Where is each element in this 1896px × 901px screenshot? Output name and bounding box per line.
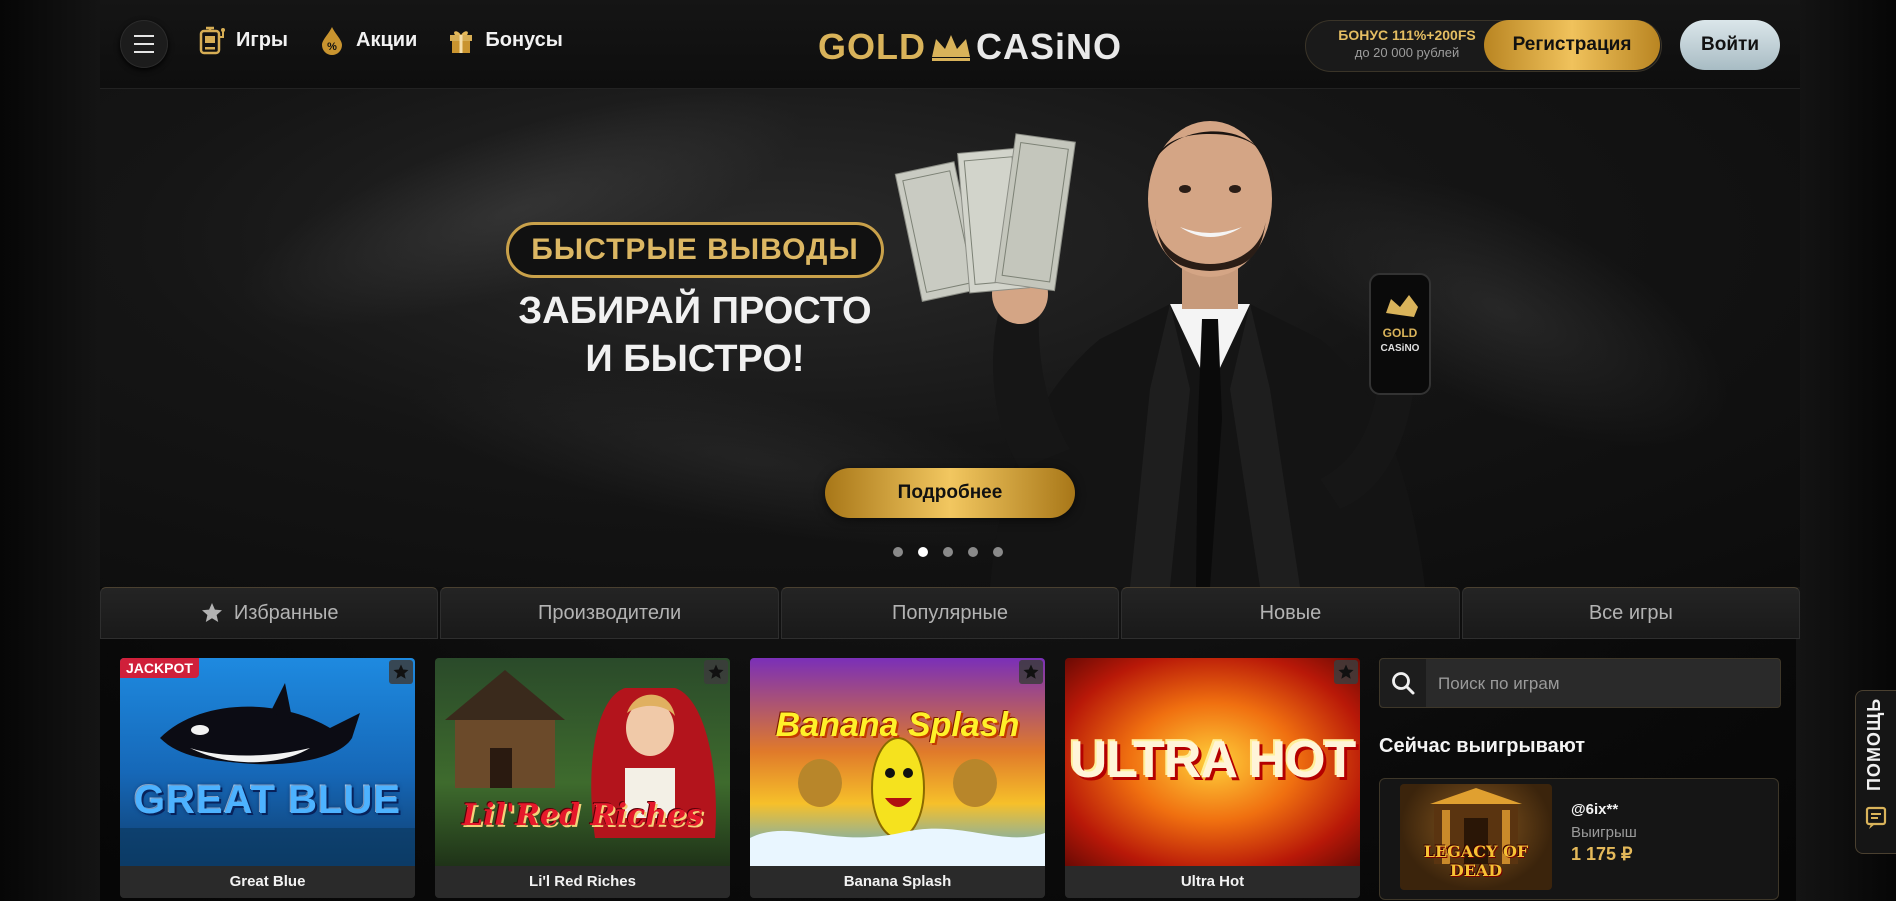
login-button[interactable]: Войти [1680, 20, 1780, 70]
slider-dots [893, 547, 1003, 557]
svg-text:GOLD: GOLD [1383, 326, 1418, 340]
jackpot-badge: JACKPOT [120, 658, 199, 678]
hero-title: ЗАБИРАЙ ПРОСТО И БЫСТРО! [506, 287, 884, 383]
tab-label: Избранные [233, 601, 339, 624]
register-button[interactable]: Регистрация [1484, 20, 1660, 70]
favorite-button[interactable] [704, 660, 728, 684]
search-button[interactable] [1380, 659, 1426, 707]
slot-machine-icon [199, 26, 225, 55]
winner-username: @6ix** [1571, 801, 1619, 818]
chat-icon [1865, 806, 1887, 829]
winner-game-art-title: LEGACY OF DEAD [1423, 842, 1529, 880]
game-card[interactable]: GREAT BLUE JACKPOT Great Blue [120, 658, 415, 898]
favorite-star-icon [393, 664, 409, 679]
game-name: Li'l Red Riches [435, 866, 730, 898]
header: Игры % Акции Бонусы GOLD CASiNO БОНУС 11… [100, 0, 1800, 89]
search-icon [1392, 672, 1415, 695]
nav-item-games[interactable]: Игры [198, 25, 288, 55]
logo-casino-text: CASiNO [976, 26, 1123, 67]
site-logo[interactable]: GOLD CASiNO [818, 26, 1122, 68]
game-card[interactable]: ULTRA HOT Ultra Hot [1065, 658, 1360, 898]
percent-drop-icon: % [322, 27, 343, 55]
hero-badge: БЫСТРЫЕ ВЫВОДЫ [506, 222, 884, 278]
slider-dot[interactable] [893, 547, 903, 557]
game-thumbnail: GREAT BLUE [120, 658, 415, 866]
tab-favorites[interactable]: Избранные [100, 587, 439, 639]
nav-label-games: Игры [236, 28, 289, 51]
game-art-title: GREAT BLUE [133, 778, 402, 822]
slider-dot[interactable] [968, 547, 978, 557]
games-grid: GREAT BLUE JACKPOT Great Blue Lil'Red Ri… [120, 658, 1415, 898]
help-button[interactable]: ПОМОЩЬ [1855, 690, 1896, 854]
star-icon [201, 603, 222, 622]
slider-dot[interactable] [943, 547, 953, 557]
game-name: Banana Splash [750, 866, 1045, 898]
slider-dot-active[interactable] [918, 547, 928, 557]
favorite-star-icon [1023, 664, 1039, 679]
bonus-text: БОНУС 111%+200FS до 20 000 рублей [1322, 27, 1492, 60]
red-riding-hood-art [445, 670, 716, 838]
game-thumbnail: ULTRA HOT [1065, 658, 1360, 866]
nav-label-bonuses: Бонусы [485, 28, 563, 51]
left-backdrop [0, 0, 100, 901]
tab-label: Новые [1259, 601, 1322, 624]
tab-label: Производители [538, 601, 682, 624]
tab-all-games[interactable]: Все игры [1461, 587, 1801, 639]
game-name: Great Blue [120, 866, 415, 898]
svg-text:CASiNO: CASiNO [1381, 343, 1420, 354]
banana-art [750, 737, 1045, 866]
game-name: Ultra Hot [1065, 866, 1360, 898]
game-tabs: Избранные Производители Популярные Новые… [100, 587, 1801, 639]
nav-item-promotions[interactable]: % Акции [318, 25, 417, 55]
game-card[interactable]: Lil'Red Riches Li'l Red Riches [435, 658, 730, 898]
favorite-button[interactable] [1334, 660, 1358, 684]
winners-title: Сейчас выигрывают [1379, 735, 1586, 757]
bonus-main-text: БОНУС 111%+200FS [1338, 27, 1476, 43]
hero-title-line: ЗАБИРАЙ ПРОСТО [518, 290, 872, 332]
game-card[interactable]: Banana Splash Banana Splash [750, 658, 1045, 898]
favorite-star-icon [1338, 664, 1354, 679]
nav-label-promotions: Акции [356, 28, 418, 51]
more-button[interactable]: Подробнее [825, 468, 1075, 518]
hamburger-icon [134, 32, 154, 56]
game-art-title: ULTRA HOT [1069, 731, 1357, 789]
svg-text:%: % [327, 41, 337, 53]
hero-banner[interactable]: GOLD CASiNO БЫСТРЫЕ ВЫВОДЫ ЗАБИРАЙ ПРОСТ… [100, 89, 1800, 587]
game-art-title: Lil'Red Riches [462, 798, 703, 833]
favorite-star-icon [708, 664, 724, 679]
game-search [1379, 658, 1781, 709]
logo-gold-text: GOLD [818, 26, 926, 67]
slider-dot[interactable] [993, 547, 1003, 557]
orca-art [120, 683, 415, 866]
favorite-button[interactable] [1019, 660, 1043, 684]
game-art-title: Banana Splash [775, 706, 1020, 744]
tab-new[interactable]: Новые [1121, 587, 1460, 639]
hero-title-line: И БЫСТРО! [585, 338, 805, 380]
tab-label: Все игры [1588, 601, 1673, 624]
page-container: Игры % Акции Бонусы GOLD CASiNO БОНУС 11… [100, 0, 1801, 901]
favorite-button[interactable] [389, 660, 413, 684]
tab-popular[interactable]: Популярные [780, 587, 1120, 639]
winner-amount: 1 175 ₽ [1571, 844, 1633, 864]
tab-providers[interactable]: Производители [440, 587, 779, 639]
game-thumbnail: Banana Splash [750, 658, 1045, 866]
winner-card[interactable]: LEGACY OF DEAD @6ix** Выигрыш 1 175 ₽ [1379, 778, 1779, 900]
search-input[interactable] [1436, 659, 1770, 709]
bonus-sub-text: до 20 000 рублей [1354, 45, 1460, 60]
nav-item-bonuses[interactable]: Бонусы [447, 25, 563, 55]
winner-label: Выигрыш [1571, 824, 1637, 841]
gift-icon [450, 31, 473, 53]
help-label: ПОМОЩЬ [1864, 697, 1884, 791]
winner-game-thumbnail: LEGACY OF DEAD [1400, 784, 1552, 890]
menu-button[interactable] [120, 20, 168, 68]
tab-label: Популярные [891, 601, 1009, 624]
game-thumbnail: Lil'Red Riches [435, 658, 730, 866]
crown-icon [932, 35, 970, 61]
main-nav: Игры % Акции Бонусы [198, 25, 563, 55]
